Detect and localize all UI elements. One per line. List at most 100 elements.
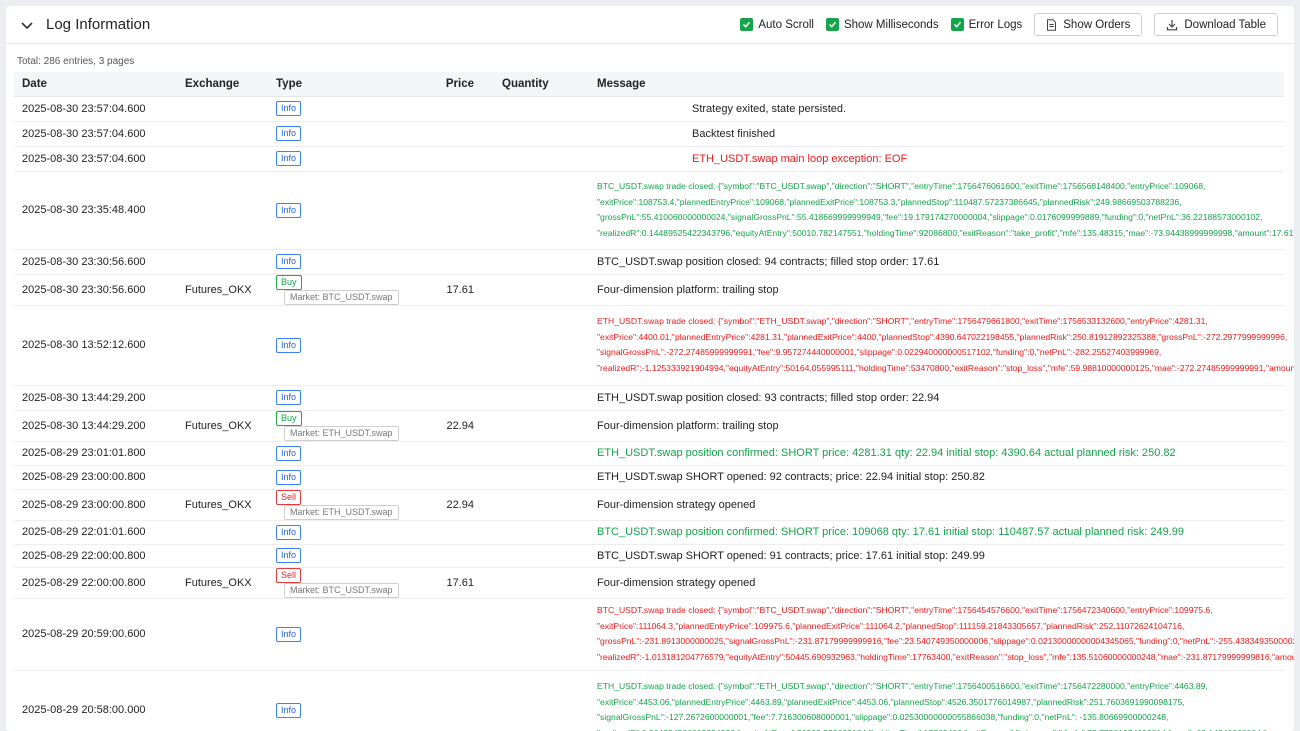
table-row: 2025-08-30 23:30:56.600 Info BTC_USDT.swap…	[14, 249, 1284, 275]
row-quantity	[494, 305, 589, 386]
row-type: BuyMarket: BTC_USDT.swap	[268, 274, 418, 306]
row-quantity	[494, 171, 589, 250]
row-type: Info	[268, 465, 418, 490]
table-row: 2025-08-30 23:35:48.400 Info BTC_USDT.swap…	[14, 171, 1294, 250]
row-quantity	[494, 96, 589, 122]
row-price: 22.94	[418, 489, 494, 521]
log-panel: Log Information Auto Scroll Show Millise…	[6, 6, 1294, 731]
auto-scroll-checkbox[interactable]: Auto Scroll	[740, 18, 814, 31]
chevron-down-icon[interactable]	[18, 16, 36, 34]
row-exchange: Futures_OKX	[177, 274, 268, 306]
column-date[interactable]: Date	[14, 72, 177, 97]
row-date: 2025-08-29 23:00:00.800	[14, 465, 177, 490]
error-logs-label: Error Logs	[968, 18, 1023, 31]
row-type: Info	[268, 544, 418, 568]
table-row: 2025-08-30 23:57:04.600 Info Backtest fini…	[14, 121, 1284, 147]
row-price	[418, 249, 494, 275]
check-icon	[950, 18, 964, 31]
row-exchange	[177, 598, 268, 671]
show-ms-checkbox[interactable]: Show Milliseconds	[825, 18, 939, 31]
row-quantity	[494, 146, 589, 172]
table-row: 2025-08-29 22:01:01.600 Info BTC_USDT.swap…	[14, 520, 1284, 545]
row-exchange: Futures_OKX	[177, 489, 268, 521]
row-price	[418, 441, 494, 466]
table-row: 2025-08-30 13:44:29.200 Futures_OKX BuyMar…	[14, 410, 1284, 442]
column-type[interactable]: Type	[268, 72, 418, 97]
row-message: BTC_USDT.swap position closed: 94 contra…	[589, 249, 1284, 275]
row-message: Four-dimension strategy opened	[589, 567, 1284, 599]
download-table-label: Download Table	[1184, 18, 1266, 31]
column-quantity[interactable]: Quantity	[494, 72, 589, 97]
row-message: ETH_USDT.swap position confirmed: SHORT …	[589, 441, 1284, 466]
row-message: BTC_USDT.swap trade closed: {"symbol":"B…	[589, 171, 1294, 250]
table-row: 2025-08-29 22:00:00.800 Info BTC_USDT.swap…	[14, 544, 1284, 568]
row-exchange	[177, 171, 268, 250]
table-row: 2025-08-30 23:57:04.600 Info Strategy exit…	[14, 96, 1284, 122]
table-row: 2025-08-29 23:00:00.800 Futures_OKX SellMa…	[14, 489, 1284, 521]
row-price: 22.94	[418, 410, 494, 442]
table-row: 2025-08-30 13:52:12.600 Info ETH_USDT.swap…	[14, 305, 1294, 386]
row-quantity	[494, 274, 589, 306]
row-quantity	[494, 249, 589, 275]
type-badge: Buy	[276, 410, 302, 426]
row-exchange	[177, 670, 268, 731]
row-quantity	[494, 544, 589, 568]
row-price: 17.61	[418, 274, 494, 306]
auto-scroll-label: Auto Scroll	[758, 18, 814, 31]
type-badge: Info	[276, 202, 302, 218]
check-icon	[825, 18, 839, 31]
row-quantity	[494, 385, 589, 411]
row-date: 2025-08-30 23:57:04.600	[14, 146, 177, 172]
type-badge: Info	[276, 702, 302, 718]
row-message: BTC_USDT.swap position confirmed: SHORT …	[589, 520, 1284, 545]
download-icon	[1167, 19, 1178, 30]
row-quantity	[494, 670, 589, 731]
row-quantity	[494, 410, 589, 442]
row-price: 17.61	[418, 567, 494, 599]
column-message[interactable]: Message	[589, 72, 1284, 97]
type-badge: Info	[276, 101, 302, 116]
row-message: Strategy exited, state persisted.	[589, 96, 1284, 122]
table-row: 2025-08-29 22:00:00.800 Futures_OKX SellMa…	[14, 567, 1284, 599]
type-badge: Info	[276, 548, 302, 563]
row-price	[418, 520, 494, 545]
row-exchange	[177, 544, 268, 568]
row-message: Backtest finished	[589, 121, 1284, 147]
download-table-button[interactable]: Download Table	[1154, 13, 1278, 36]
market-badge: Market: BTC_USDT.swap	[284, 582, 399, 598]
row-price	[418, 171, 494, 250]
type-badge: Info	[276, 626, 302, 642]
show-orders-button[interactable]: Show Orders	[1034, 13, 1143, 36]
row-price	[418, 385, 494, 411]
row-exchange	[177, 146, 268, 172]
check-icon	[740, 18, 754, 31]
row-date: 2025-08-29 22:00:00.800	[14, 544, 177, 568]
row-type: Info	[268, 598, 418, 671]
show-ms-label: Show Milliseconds	[843, 18, 939, 31]
market-badge: Market: BTC_USDT.swap	[284, 289, 399, 305]
row-quantity	[494, 121, 589, 147]
row-price	[418, 670, 494, 731]
column-price[interactable]: Price	[418, 72, 494, 97]
row-quantity	[494, 441, 589, 466]
column-exchange[interactable]: Exchange	[177, 72, 268, 97]
row-date: 2025-08-29 23:00:00.800	[14, 489, 177, 521]
error-logs-checkbox[interactable]: Error Logs	[950, 18, 1023, 31]
show-orders-label: Show Orders	[1063, 18, 1131, 31]
row-message: Four-dimension platform: trailing stop	[589, 410, 1284, 442]
row-date: 2025-08-30 23:57:04.600	[14, 121, 177, 147]
row-message: ETH_USDT.swap SHORT opened: 92 contracts…	[589, 465, 1284, 490]
log-table-body: 2025-08-30 23:57:04.600 Info Strategy exit…	[14, 96, 1294, 731]
type-badge: Info	[276, 126, 302, 141]
row-type: Info	[268, 670, 418, 731]
table-row: 2025-08-30 13:44:29.200 Info ETH_USDT.swap…	[14, 385, 1284, 411]
row-price	[418, 465, 494, 490]
row-price	[418, 96, 494, 122]
type-badge: Info	[276, 469, 302, 485]
row-exchange	[177, 305, 268, 386]
row-type: Info	[268, 305, 418, 386]
row-type: Info	[268, 520, 418, 545]
row-type: Info	[268, 146, 418, 172]
row-message: ETH_USDT.swap main loop exception: EOF	[589, 146, 1284, 172]
panel-title: Log Information	[46, 16, 151, 33]
